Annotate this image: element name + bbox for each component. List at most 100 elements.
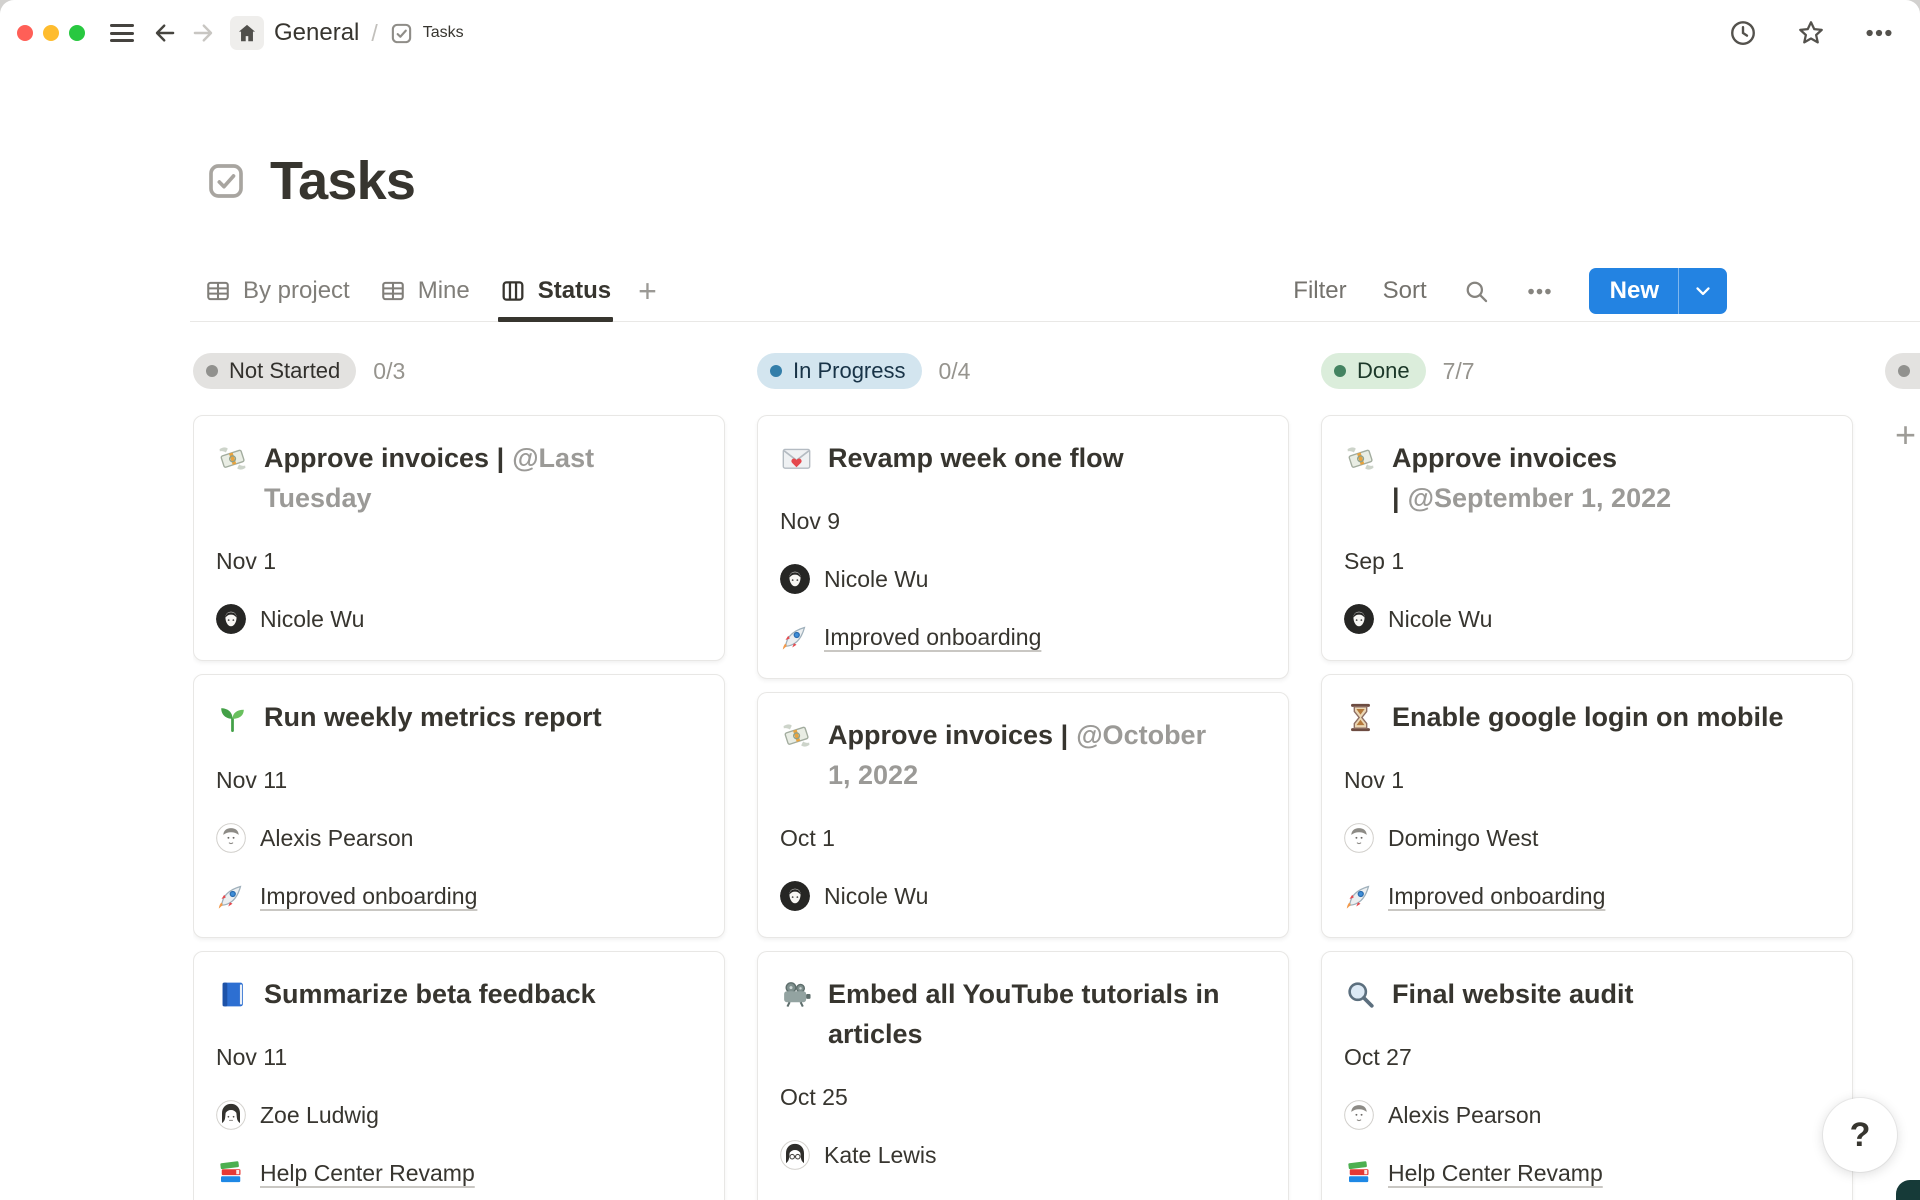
project-link[interactable]: Improved onboarding: [824, 622, 1041, 652]
assignee: Alexis Pearson: [216, 823, 700, 853]
assignee-name: Domingo West: [1388, 823, 1538, 853]
magnifying-glass-emoji: [1344, 978, 1377, 1011]
task-card[interactable]: Revamp week one flow Nov 9 Nicole Wu Imp…: [757, 415, 1289, 679]
column-count: 0/4: [939, 358, 971, 385]
books-emoji: [1344, 1158, 1374, 1188]
history-clock-icon[interactable]: [1728, 18, 1758, 48]
status-label: Done: [1357, 358, 1410, 384]
tab-label: Mine: [418, 277, 470, 305]
due-date: Nov 9: [780, 506, 1264, 536]
love-letter-emoji: [780, 442, 813, 475]
help-button[interactable]: ?: [1823, 1098, 1897, 1172]
status-pill[interactable]: Archived: [1885, 353, 1920, 389]
view-options-ellipsis-icon[interactable]: [1526, 278, 1553, 305]
assignee: Domingo West: [1344, 823, 1828, 853]
rocket-emoji: [1344, 881, 1374, 911]
home-button[interactable]: [230, 16, 264, 50]
favorite-star-icon[interactable]: [1796, 18, 1826, 48]
chevron-down-icon: [1692, 280, 1714, 302]
assignee: Zoe Ludwig: [216, 1100, 700, 1130]
date-mention: @September 1, 2022: [1408, 483, 1671, 513]
add-card-button[interactable]: +: [1895, 415, 1920, 455]
rocket-emoji: [216, 881, 246, 911]
task-card[interactable]: Approve invoices |@September 1, 2022 Sep…: [1321, 415, 1853, 661]
task-card[interactable]: Embed all YouTube tutorials in articles …: [757, 951, 1289, 1200]
assignee-name: Kate Lewis: [824, 1140, 937, 1170]
traffic-light-minimize[interactable]: [43, 25, 59, 41]
breadcrumb-page-label: Tasks: [423, 24, 464, 42]
books-emoji: [216, 1158, 246, 1188]
task-card[interactable]: Final website audit Oct 27 Alexis Pearso…: [1321, 951, 1853, 1200]
avatar: [1344, 823, 1374, 853]
column-header: In Progress 0/4: [757, 353, 1289, 389]
tab-label: By project: [243, 277, 350, 305]
assignee-name: Nicole Wu: [260, 604, 364, 634]
assignee-name: Nicole Wu: [824, 881, 928, 911]
card-title: Embed all YouTube tutorials in articles: [828, 979, 1220, 1049]
task-card[interactable]: Approve invoices |@Last Tuesday Nov 1 Ni…: [193, 415, 725, 661]
tab-label: Status: [538, 277, 611, 305]
new-button[interactable]: New: [1589, 268, 1727, 314]
column-not-started: Not Started 0/3 Approve invoices |@Last …: [193, 353, 725, 1200]
forward-button[interactable]: [190, 20, 216, 46]
due-date: Oct 25: [780, 1082, 1264, 1112]
column-archived-partial: Archived +: [1885, 353, 1920, 1200]
status-pill[interactable]: Done: [1321, 353, 1426, 389]
project-link[interactable]: Help Center Revamp: [1388, 1158, 1603, 1188]
status-pill[interactable]: In Progress: [757, 353, 922, 389]
task-card[interactable]: Approve invoices |@October 1, 2022 Oct 1…: [757, 692, 1289, 938]
assignee: Nicole Wu: [780, 564, 1264, 594]
board-icon: [500, 278, 526, 304]
tab-by-project[interactable]: By project: [190, 261, 365, 321]
assignee-name: Alexis Pearson: [260, 823, 413, 853]
assignee-name: Zoe Ludwig: [260, 1100, 379, 1130]
page-checkbox-icon: [206, 161, 246, 201]
avatar: [216, 823, 246, 853]
assignee: Nicole Wu: [780, 881, 1264, 911]
column-count: 7/7: [1443, 358, 1475, 385]
breadcrumb-page[interactable]: Tasks: [390, 22, 464, 45]
project-link[interactable]: Improved onboarding: [260, 881, 477, 911]
status-label: In Progress: [793, 358, 906, 384]
table-icon: [205, 278, 231, 304]
view-bar: By project Mine Status + Filter Sort New: [190, 261, 1920, 322]
blue-book-emoji: [216, 978, 249, 1011]
traffic-light-zoom[interactable]: [69, 25, 85, 41]
back-button[interactable]: [152, 20, 178, 46]
sort-button[interactable]: Sort: [1383, 277, 1427, 305]
corner-widget: [1896, 1180, 1920, 1200]
breadcrumb-workspace[interactable]: General: [274, 19, 359, 47]
card-title: Approve invoices |: [264, 443, 504, 473]
add-view-button[interactable]: +: [626, 275, 669, 307]
rocket-emoji: [780, 622, 810, 652]
tab-status[interactable]: Status: [485, 261, 626, 321]
project-link[interactable]: Improved onboarding: [1388, 881, 1605, 911]
task-card[interactable]: Enable google login on mobile Nov 1 Domi…: [1321, 674, 1853, 938]
status-label: Not Started: [229, 358, 340, 384]
column-header: Not Started 0/3: [193, 353, 725, 389]
assignee-name: Alexis Pearson: [1388, 1100, 1541, 1130]
page-title[interactable]: Tasks: [270, 150, 415, 212]
project-relation: Improved onboarding: [1344, 881, 1828, 911]
project-link[interactable]: Help Center Revamp: [260, 1158, 475, 1188]
filter-button[interactable]: Filter: [1293, 277, 1346, 305]
money-with-wings-emoji: [780, 719, 813, 752]
tab-mine[interactable]: Mine: [365, 261, 485, 321]
new-button-label[interactable]: New: [1589, 268, 1678, 314]
new-dropdown-button[interactable]: [1679, 268, 1727, 314]
traffic-light-close[interactable]: [17, 25, 33, 41]
checkbox-icon: [390, 22, 413, 45]
breadcrumb-separator: /: [371, 20, 377, 47]
avatar: [780, 881, 810, 911]
task-card[interactable]: Run weekly metrics report Nov 11 Alexis …: [193, 674, 725, 938]
sidebar-toggle-icon[interactable]: [110, 24, 134, 42]
card-title: Enable google login on mobile: [1392, 702, 1784, 732]
task-card[interactable]: Summarize beta feedback Nov 11 Zoe Ludwi…: [193, 951, 725, 1200]
assignee: Alexis Pearson: [1344, 1100, 1828, 1130]
status-pill[interactable]: Not Started: [193, 353, 356, 389]
assignee: Kate Lewis: [780, 1140, 1264, 1170]
search-icon[interactable]: [1463, 278, 1490, 305]
more-ellipsis-icon[interactable]: [1864, 18, 1894, 48]
due-date: Oct 27: [1344, 1042, 1828, 1072]
status-board: Not Started 0/3 Approve invoices |@Last …: [193, 353, 1920, 1200]
